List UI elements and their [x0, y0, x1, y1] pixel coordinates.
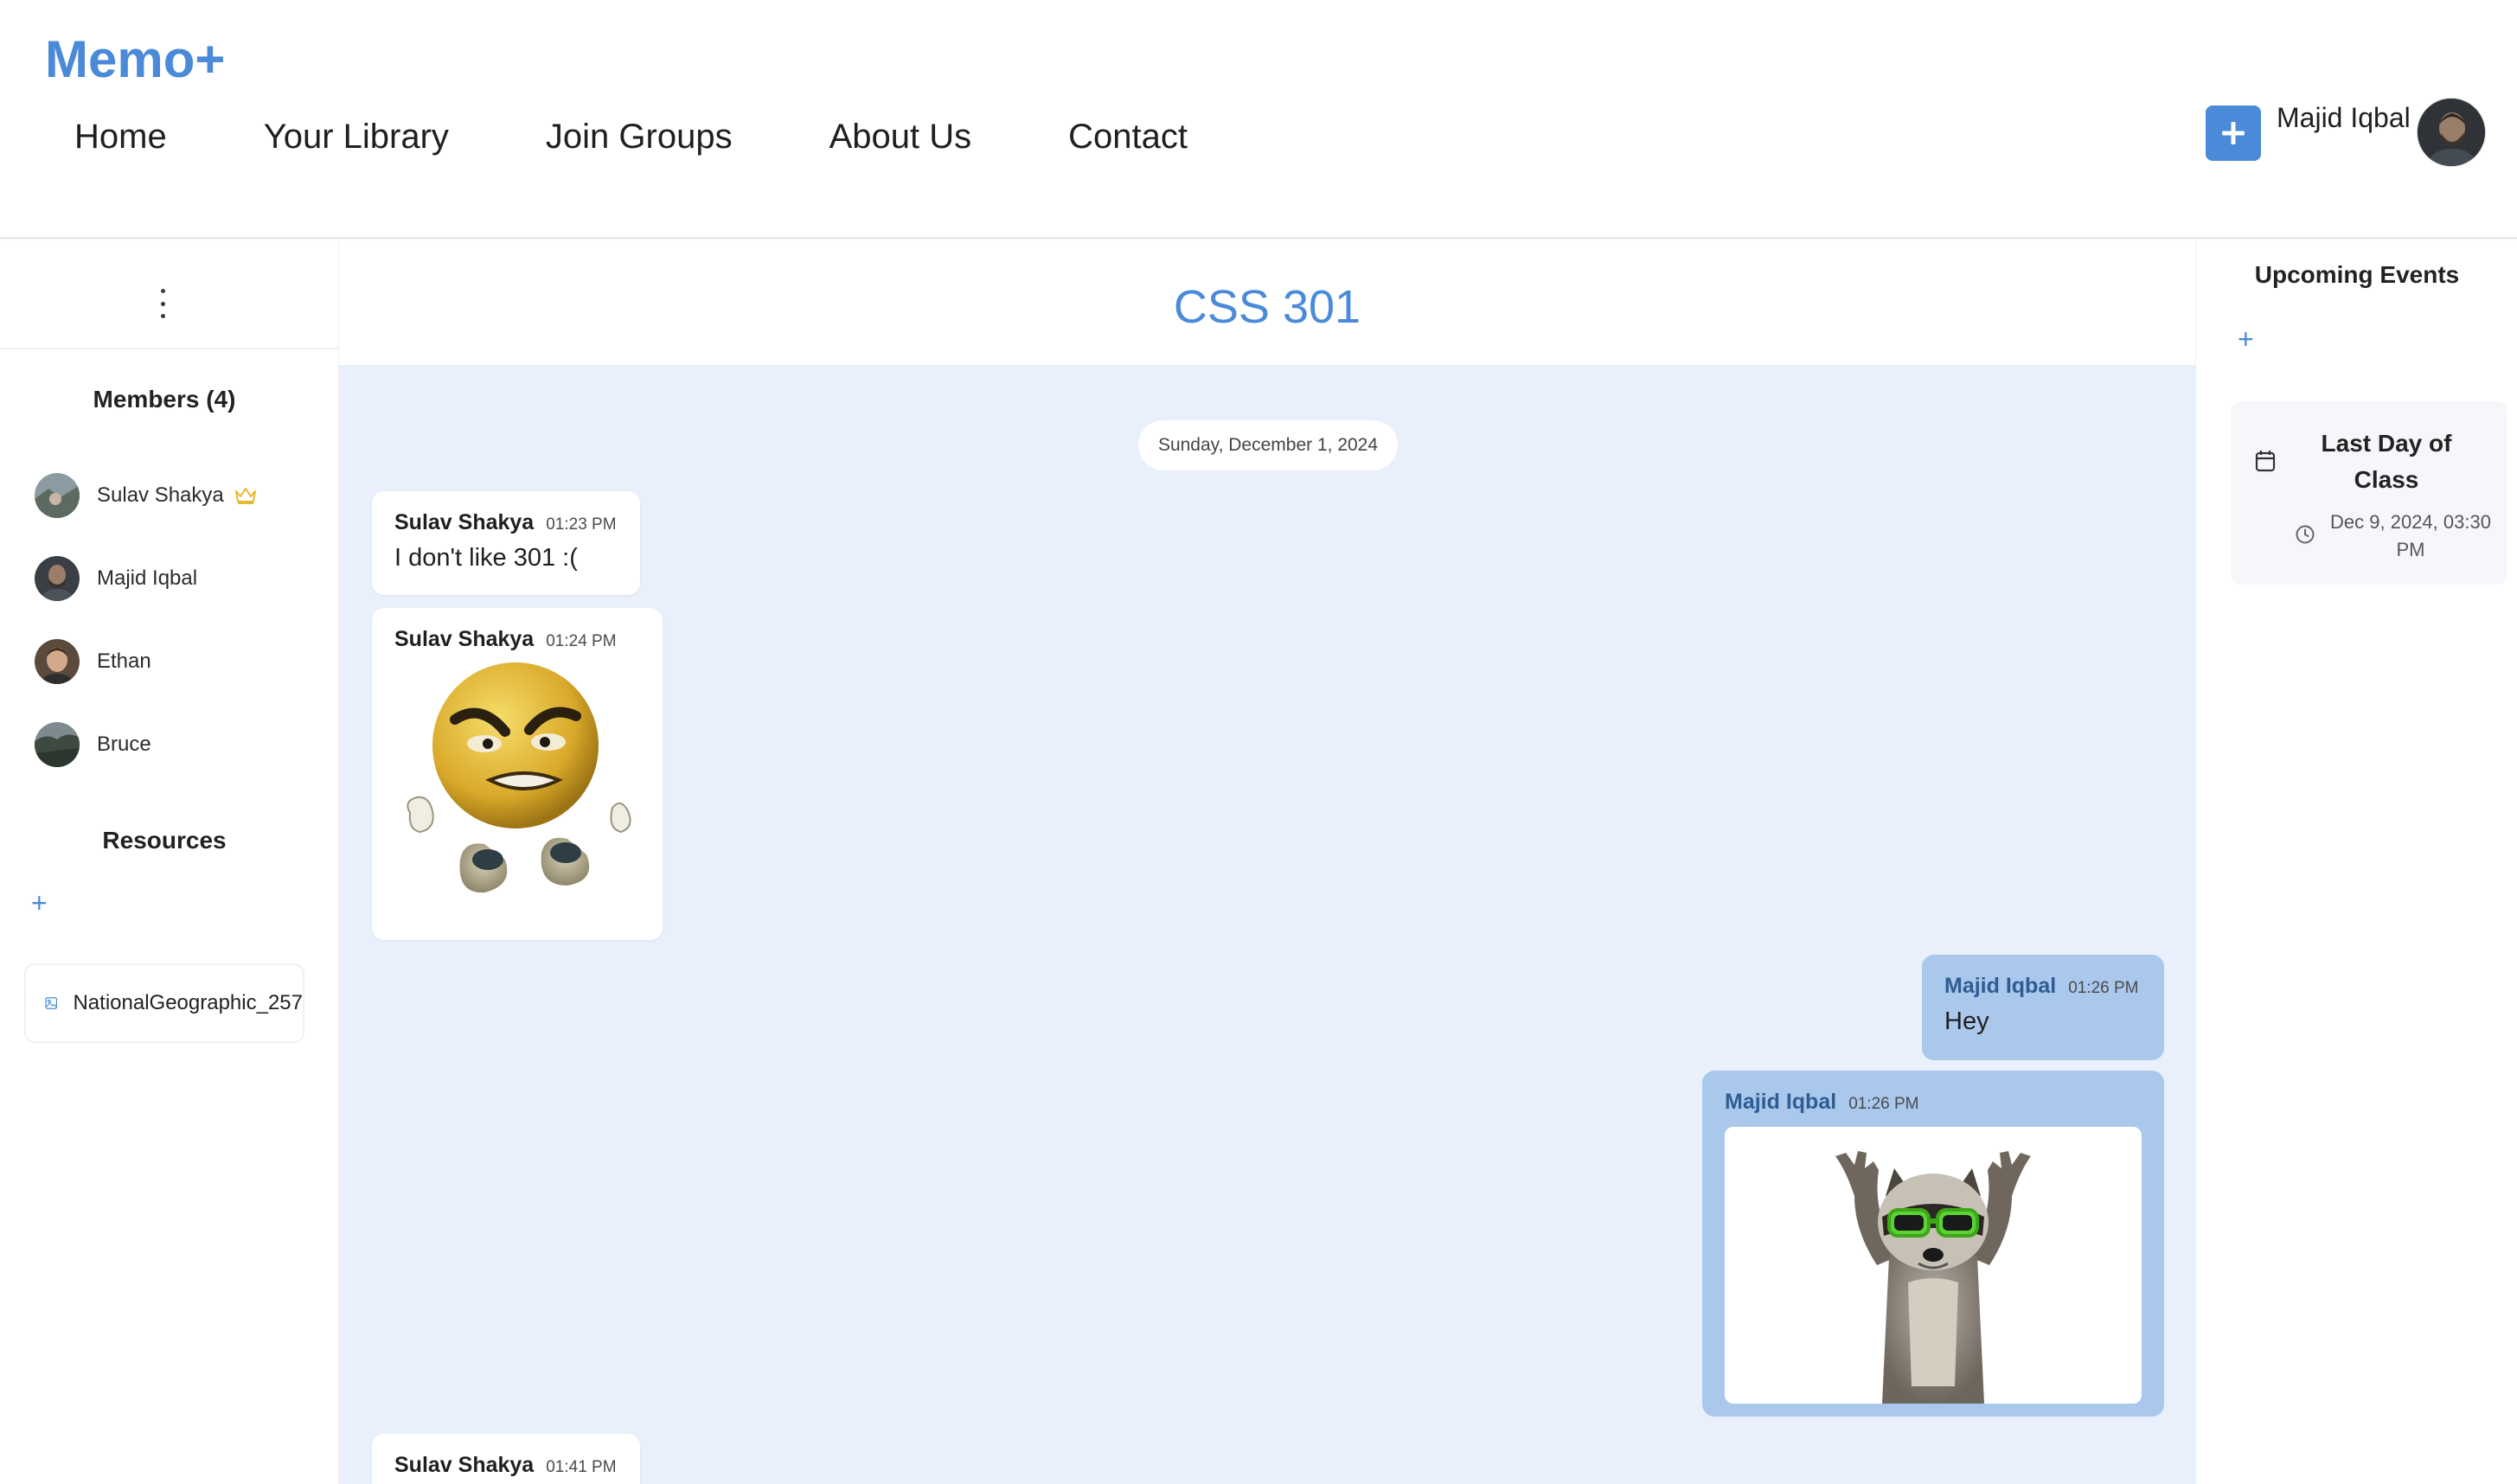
chat-panel: CSS 301 Sunday, December 1, 2024 Sulav S…	[339, 240, 2195, 1484]
message-time: 01:24 PM	[546, 632, 617, 650]
nav-join-groups[interactable]: Join Groups	[546, 118, 733, 157]
message-image[interactable]	[394, 659, 645, 924]
resource-name: NationalGeographic_257	[73, 991, 303, 1014]
member-avatar	[35, 639, 80, 684]
message-bubble: Sulav Shakya 01:41 PM	[372, 1434, 640, 1484]
image-file-icon	[45, 997, 58, 1009]
resources-title: Resources	[102, 827, 227, 854]
create-button[interactable]	[2206, 106, 2261, 161]
add-event-button[interactable]: +	[2238, 325, 2254, 353]
member-avatar	[35, 722, 80, 767]
nav-home[interactable]: Home	[74, 118, 167, 157]
member-name: Bruce	[97, 732, 151, 756]
message-text: I don't like 301 :(	[394, 544, 578, 572]
clock-icon	[2296, 525, 2315, 544]
events-sidebar: Upcoming Events + Last Day of Class Dec …	[2195, 240, 2517, 1484]
group-sidebar: Members (4) Sulav Shakya Majid Iqbal Eth…	[0, 240, 339, 1484]
message-time: 01:26 PM	[2068, 979, 2139, 997]
message-bubble: Sulav Shakya 01:24 PM	[372, 608, 663, 940]
member-avatar	[35, 556, 80, 601]
event-time: Dec 9, 2024, 03:30 PM	[2330, 511, 2491, 560]
group-title: CSS 301	[1173, 281, 1361, 333]
add-resource-button[interactable]: +	[31, 889, 48, 917]
members-title: Members (4)	[93, 386, 236, 413]
top-navbar: Memo+ Home Your Library Join Groups Abou…	[0, 0, 2517, 239]
user-name[interactable]: Majid Iqbal	[2277, 102, 2411, 134]
app-logo[interactable]: Memo+	[45, 29, 225, 89]
nav-contact[interactable]: Contact	[1068, 118, 1188, 157]
calendar-icon	[2255, 451, 2276, 472]
member-item[interactable]: Ethan	[35, 638, 151, 685]
message-time: 01:41 PM	[546, 1458, 617, 1476]
more-options-icon[interactable]	[156, 289, 170, 318]
member-name: Sulav Shakya	[97, 483, 224, 507]
message-bubble-own: Majid Iqbal 01:26 PM	[1702, 1071, 2164, 1417]
message-text: Hey	[1944, 1007, 1989, 1035]
member-item[interactable]: Majid Iqbal	[35, 555, 197, 602]
message-bubble-own: Majid Iqbal 01:26 PM Hey	[1922, 955, 2164, 1060]
message-sender: Majid Iqbal	[1944, 974, 2057, 998]
message-bubble: Sulav Shakya 01:23 PM I don't like 301 :…	[372, 491, 640, 595]
angry-emoji-image	[394, 659, 645, 924]
crown-icon	[234, 488, 256, 504]
plus-icon	[2222, 122, 2245, 144]
message-sender: Sulav Shakya	[394, 510, 535, 534]
event-title: Last Day of Class	[2321, 430, 2452, 493]
message-sender: Sulav Shakya	[394, 1453, 535, 1477]
member-item[interactable]: Bruce	[35, 721, 151, 768]
member-item[interactable]: Sulav Shakya	[35, 472, 257, 519]
message-sender: Sulav Shakya	[394, 627, 535, 651]
raccoon-image	[1725, 1127, 2142, 1404]
resource-item[interactable]: NationalGeographic_257	[24, 963, 304, 1043]
events-title: Upcoming Events	[2254, 261, 2460, 288]
message-sender: Majid Iqbal	[1725, 1090, 1837, 1114]
message-image[interactable]	[1725, 1127, 2142, 1404]
member-name: Ethan	[97, 649, 151, 673]
date-separator: Sunday, December 1, 2024	[1138, 420, 1398, 470]
nav-your-library[interactable]: Your Library	[264, 118, 449, 157]
member-avatar	[35, 473, 80, 518]
member-name: Majid Iqbal	[97, 566, 198, 590]
event-card[interactable]: Last Day of Class Dec 9, 2024, 03:30 PM	[2231, 401, 2507, 585]
user-avatar[interactable]	[2417, 98, 2486, 167]
message-time: 01:26 PM	[1848, 1095, 1919, 1113]
nav-about-us[interactable]: About Us	[829, 118, 972, 157]
chat-header: CSS 301	[339, 240, 2195, 365]
message-time: 01:23 PM	[546, 515, 617, 534]
main-nav: Home Your Library Join Groups About Us C…	[74, 118, 1284, 157]
divider	[0, 348, 339, 349]
